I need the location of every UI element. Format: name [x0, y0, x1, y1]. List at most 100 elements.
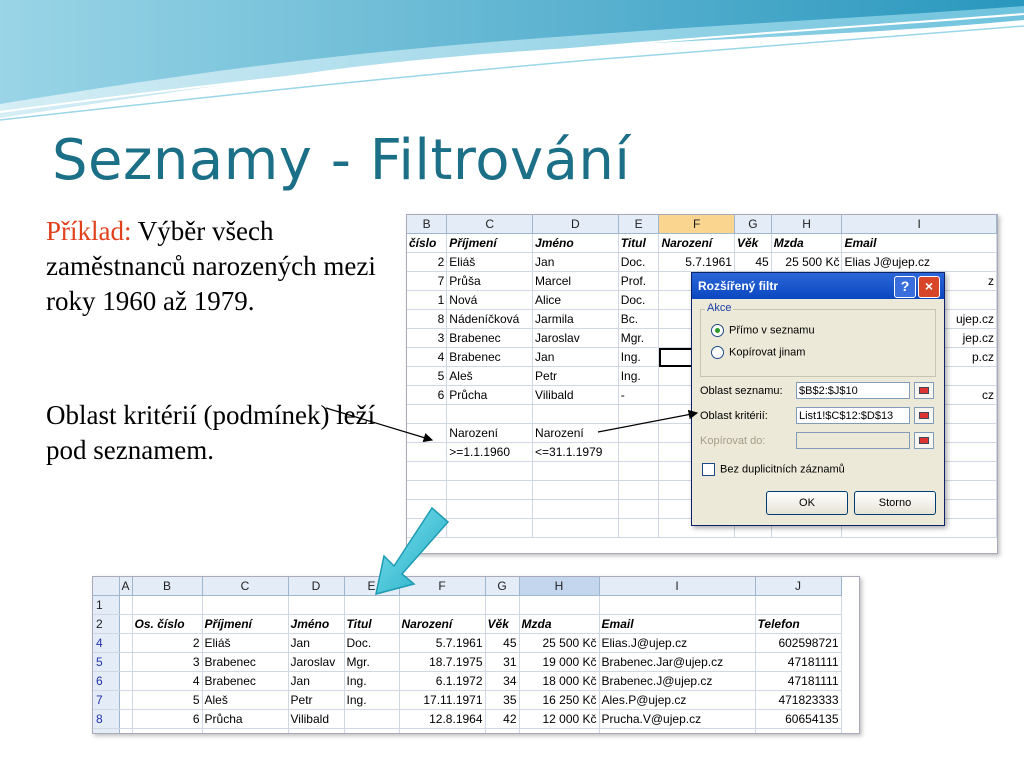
- cell[interactable]: Věk: [485, 614, 520, 634]
- ok-button[interactable]: OK: [766, 491, 848, 515]
- list-range-input[interactable]: $B$2:$J$10: [796, 382, 910, 399]
- column-header[interactable]: F: [399, 577, 486, 596]
- cell[interactable]: [532, 518, 619, 538]
- cell[interactable]: Email: [599, 614, 756, 634]
- cell[interactable]: 45: [485, 633, 520, 653]
- cell[interactable]: [446, 518, 534, 538]
- cell[interactable]: 6: [407, 385, 448, 405]
- row-header[interactable]: 11: [93, 728, 120, 733]
- cell[interactable]: Aleš: [202, 690, 289, 710]
- cell[interactable]: Jan: [288, 671, 345, 691]
- column-header[interactable]: C: [446, 215, 534, 234]
- cell[interactable]: Brabenec: [446, 328, 534, 348]
- cell[interactable]: [119, 614, 133, 634]
- criteria-header-cell[interactable]: Narození: [446, 423, 534, 443]
- cell[interactable]: Jméno: [532, 233, 619, 253]
- column-header-selected[interactable]: H: [519, 577, 600, 596]
- row-header[interactable]: 1: [93, 595, 120, 615]
- cell[interactable]: Doc.: [344, 633, 400, 653]
- cell[interactable]: Alice: [532, 290, 619, 310]
- column-header[interactable]: A: [119, 577, 133, 596]
- cell[interactable]: 47181111: [755, 652, 842, 672]
- cell[interactable]: [446, 404, 534, 424]
- cell[interactable]: [446, 480, 534, 500]
- cell[interactable]: 471823333: [755, 690, 842, 710]
- row-header[interactable]: 2: [93, 614, 120, 634]
- cell[interactable]: [618, 461, 660, 481]
- cell[interactable]: Jarmila: [532, 309, 619, 329]
- cell[interactable]: Eliáš: [202, 633, 289, 653]
- cell[interactable]: [755, 595, 842, 615]
- cell[interactable]: [519, 595, 600, 615]
- cell[interactable]: 2: [407, 252, 448, 272]
- row-header[interactable]: 8: [93, 709, 120, 729]
- criteria-range-input[interactable]: List1!$C$12:$D$13: [796, 407, 910, 424]
- cell[interactable]: 17.11.1971: [399, 690, 486, 710]
- cell[interactable]: 4: [132, 671, 203, 691]
- cell[interactable]: [407, 423, 448, 443]
- cell[interactable]: Průcha: [446, 385, 534, 405]
- cell[interactable]: [288, 728, 345, 733]
- column-header[interactable]: D: [532, 215, 619, 234]
- cell[interactable]: Jan: [532, 347, 619, 367]
- cell[interactable]: 3: [132, 652, 203, 672]
- cell[interactable]: 34: [485, 671, 520, 691]
- cell[interactable]: Doc.: [618, 290, 660, 310]
- cell[interactable]: [202, 595, 289, 615]
- cell[interactable]: [618, 499, 660, 519]
- cell[interactable]: Aleš: [446, 366, 534, 386]
- cell[interactable]: 6: [132, 709, 203, 729]
- cell[interactable]: Věk: [734, 233, 772, 253]
- cell[interactable]: 42: [485, 709, 520, 729]
- criteria-range-collapse-icon[interactable]: [914, 407, 934, 424]
- row-header[interactable]: 6: [93, 671, 120, 691]
- cell[interactable]: [618, 518, 660, 538]
- cell[interactable]: 35: [485, 690, 520, 710]
- cell[interactable]: Mgr.: [618, 328, 660, 348]
- cell[interactable]: [119, 671, 133, 691]
- column-header-selected[interactable]: F: [658, 215, 735, 234]
- cell[interactable]: [446, 499, 534, 519]
- cell[interactable]: Email: [841, 233, 997, 253]
- cell[interactable]: Titul: [344, 614, 400, 634]
- cell[interactable]: Průša: [446, 271, 534, 291]
- cell[interactable]: Jan: [288, 633, 345, 653]
- cell[interactable]: [407, 461, 448, 481]
- cell[interactable]: Brabenec.Jar@ujep.cz: [599, 652, 756, 672]
- cell[interactable]: Narození: [399, 614, 486, 634]
- cell[interactable]: Vilibald: [288, 709, 345, 729]
- cell[interactable]: Ales.P@ujep.cz: [599, 690, 756, 710]
- cell[interactable]: [618, 404, 660, 424]
- cell[interactable]: Bc.: [618, 309, 660, 329]
- cell[interactable]: 47181111: [755, 671, 842, 691]
- cell[interactable]: [532, 461, 619, 481]
- cell[interactable]: Jaroslav: [288, 652, 345, 672]
- cell[interactable]: [599, 595, 756, 615]
- cell[interactable]: 1: [407, 290, 448, 310]
- cell[interactable]: 60654135: [755, 709, 842, 729]
- cell[interactable]: Ing.: [344, 690, 400, 710]
- row-header[interactable]: 7: [93, 690, 120, 710]
- cell[interactable]: [344, 728, 400, 733]
- cell[interactable]: 19 000 Kč: [519, 652, 600, 672]
- column-header[interactable]: I: [841, 215, 997, 234]
- cell[interactable]: Ing.: [618, 366, 660, 386]
- cell[interactable]: [119, 595, 133, 615]
- help-button[interactable]: ?: [894, 276, 916, 298]
- cell[interactable]: 5.7.1961: [399, 633, 486, 653]
- cell[interactable]: [132, 595, 203, 615]
- cell[interactable]: [119, 690, 133, 710]
- cell[interactable]: [407, 518, 448, 538]
- cell[interactable]: 25 500 Kč: [771, 252, 843, 272]
- cell[interactable]: [119, 728, 133, 733]
- cell[interactable]: [485, 728, 520, 733]
- column-header[interactable]: G: [485, 577, 520, 596]
- cell[interactable]: 602598721: [755, 633, 842, 653]
- cell[interactable]: [519, 728, 600, 733]
- cell[interactable]: [618, 423, 660, 443]
- cell[interactable]: Petr: [532, 366, 619, 386]
- cell[interactable]: Průcha: [202, 709, 289, 729]
- cell[interactable]: [755, 728, 842, 733]
- cell[interactable]: [399, 595, 486, 615]
- cell[interactable]: 45: [734, 252, 772, 272]
